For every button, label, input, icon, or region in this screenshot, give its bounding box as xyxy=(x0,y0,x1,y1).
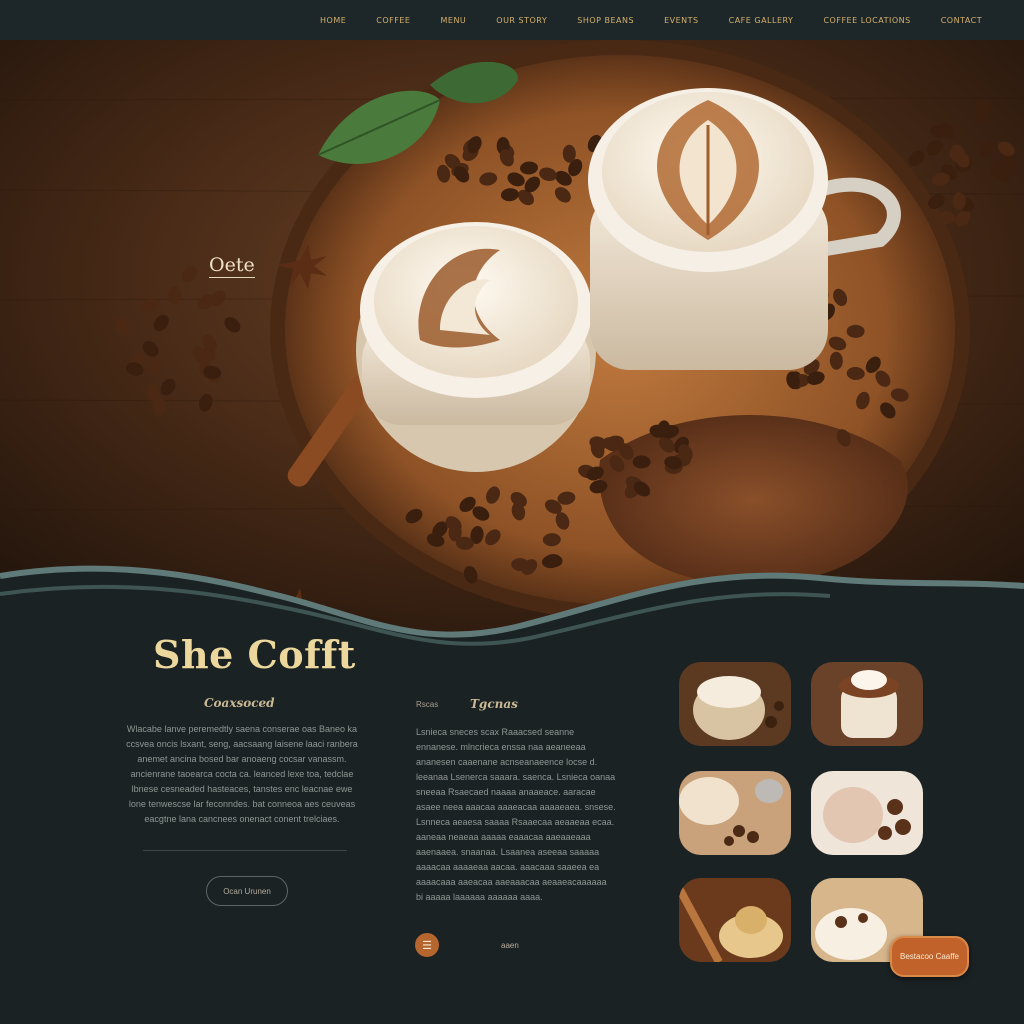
left-column-paragraph: Wlacabe lanve peremedtly saena conserae … xyxy=(126,724,358,824)
middle-column-tag: Rscas xyxy=(416,700,439,709)
nav-item-contact[interactable]: Contact xyxy=(941,16,982,25)
top-navigation-bar: Home Coffee Menu Our Story Shop Beans Ev… xyxy=(0,0,1024,40)
gallery-image-3 xyxy=(679,771,791,855)
menu-icon[interactable]: ☰ xyxy=(415,933,439,957)
nav-item-events[interactable]: Events xyxy=(664,16,699,25)
cta-button[interactable]: Bestacoo Caaffe xyxy=(890,936,969,977)
gallery-thumb-4[interactable] xyxy=(811,771,923,855)
gallery-image-1 xyxy=(679,662,791,746)
middle-column-link[interactable]: aaen xyxy=(501,941,519,950)
hero-banner: Oete xyxy=(0,40,1024,640)
hero-coffee-illustration xyxy=(0,40,1024,640)
middle-column-heading: Tgcnas xyxy=(470,697,518,711)
nav-item-locations[interactable]: Coffee Locations xyxy=(823,16,910,25)
gallery-thumb-1[interactable] xyxy=(679,662,791,746)
middle-column-paragraph: Lsnieca sneces scax Raaacsed seanne enna… xyxy=(416,727,616,902)
nav-item-menu[interactable]: Menu xyxy=(440,16,466,25)
divider xyxy=(143,850,347,851)
gallery-thumb-3[interactable] xyxy=(679,771,791,855)
nav-item-story[interactable]: Our Story xyxy=(496,16,547,25)
nav-item-home[interactable]: Home xyxy=(320,16,346,25)
main-nav: Home Coffee Menu Our Story Shop Beans Ev… xyxy=(320,0,982,40)
left-column-heading: Coaxsoced xyxy=(204,696,275,710)
nav-item-coffee[interactable]: Coffee xyxy=(376,16,410,25)
nav-item-gallery[interactable]: Cafe Gallery xyxy=(729,16,794,25)
nav-item-shop[interactable]: Shop Beans xyxy=(577,16,634,25)
coffee-bean xyxy=(846,324,865,338)
gallery-image-2 xyxy=(811,662,923,746)
gallery-thumb-5[interactable] xyxy=(679,878,791,962)
learn-more-button[interactable]: Ocan Urunen xyxy=(206,876,288,906)
gallery-thumb-2[interactable] xyxy=(811,662,923,746)
hero-label: Oete xyxy=(209,254,255,278)
brand-title: She Cofft xyxy=(153,632,356,677)
gallery-image-4 xyxy=(811,771,923,855)
gallery-image-5 xyxy=(679,878,791,962)
